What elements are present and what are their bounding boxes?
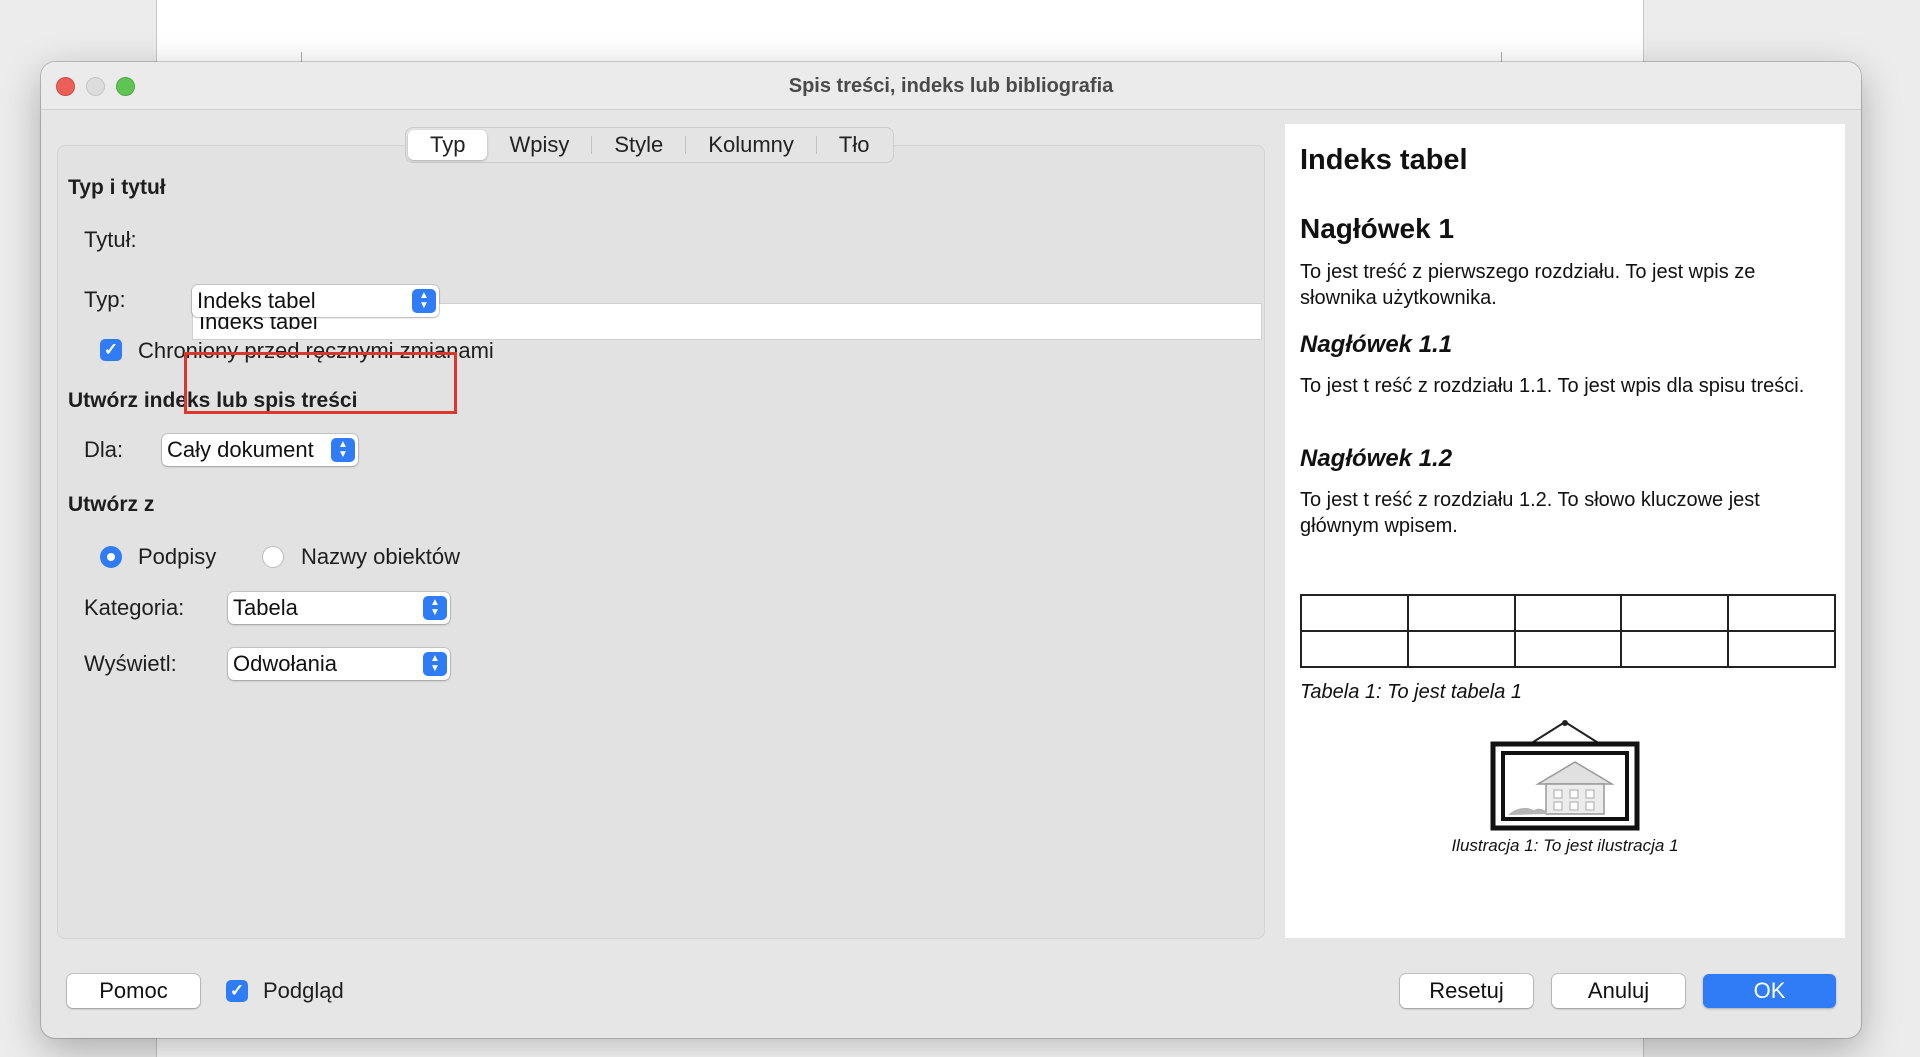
category-select-value: Tabela [233,595,298,620]
framed-picture-icon [1490,720,1640,831]
category-select[interactable]: Tabela ▲ ▼ [228,592,450,624]
title-label: Tytuł: [84,227,137,252]
tab-columns[interactable]: Kolumny [686,130,816,160]
dialog-title: Spis treści, indeks lub bibliografia [788,75,1114,97]
tab-type[interactable]: Typ [408,130,488,160]
ok-button[interactable]: OK [1703,974,1836,1008]
preview-heading-1-2: Nagłówek 1.2 [1300,445,1453,472]
display-label: Wyświetl: [84,651,177,676]
preview-illustration-caption: Ilustracja 1: To jest ilustracja 1 [1451,836,1679,855]
for-select[interactable]: Cały dokument ▲ ▼ [162,434,358,466]
preview-table-caption: Tabela 1: To jest tabela 1 [1300,681,1523,703]
cancel-button[interactable]: Anuluj [1552,974,1685,1008]
preview-pane: Indeks tabel Nagłówek 1 To jest treść z … [1285,124,1845,938]
protected-checkbox[interactable]: ✓ [100,339,122,361]
toc-dialog: Spis treści, indeks lub bibliografia Typ… [41,62,1861,1038]
preview-checkbox[interactable]: ✓ [226,980,248,1002]
preview-heading-1: Nagłówek 1 [1300,213,1455,244]
tab-bar: Typ Wpisy Style Kolumny Tło [405,127,895,163]
updown-arrows-icon: ▲ ▼ [331,438,355,462]
updown-arrows-icon: ▲ ▼ [412,289,436,313]
tab-background[interactable]: Tło [817,130,892,160]
type-select-value: Indeks tabel [197,288,316,313]
updown-arrows-icon: ▲ ▼ [423,652,447,676]
type-label: Typ: [84,287,126,312]
display-select[interactable]: Odwołania ▲ ▼ [228,648,450,680]
category-label: Kategoria: [84,595,185,620]
preview-table [1300,594,1836,668]
display-select-value: Odwołania [233,651,337,676]
object-names-radio[interactable] [262,546,284,568]
tab-styles[interactable]: Style [592,130,685,160]
help-button[interactable]: Pomoc [67,974,200,1008]
for-label: Dla: [84,437,124,462]
object-names-radio-label: Nazwy obiektów [301,544,460,569]
preview-title: Indeks tabel [1300,144,1468,176]
type-section-heading: Typ i tytuł [68,176,166,199]
captions-radio[interactable] [100,546,122,568]
tab-entries[interactable]: Wpisy [487,130,591,160]
type-select-highlight [184,352,457,414]
reset-button[interactable]: Resetuj [1400,974,1533,1008]
preview-paragraph-1-2: To jest t reść z rozdziału 1.2. To słowo… [1300,489,1760,537]
preview-paragraph-1-1: To jest t reść z rozdziału 1.1. To jest … [1300,375,1805,397]
preview-checkbox-label: Podgląd [263,978,344,1003]
captions-radio-label: Podpisy [138,544,217,569]
settings-panel: Typ i tytuł Tytuł: Indeks tabel Typ: Ind… [57,145,1265,939]
from-section-heading: Utwórz z [68,493,155,516]
preview-paragraph-1: To jest treść z pierwszego rozdziału. To… [1300,261,1756,309]
title-bar: Spis treści, indeks lub bibliografia [41,62,1861,110]
type-select[interactable]: Indeks tabel ▲ ▼ [192,285,439,317]
updown-arrows-icon: ▲ ▼ [423,596,447,620]
for-select-value: Cały dokument [167,437,314,462]
preview-heading-1-1: Nagłówek 1.1 [1300,331,1453,358]
